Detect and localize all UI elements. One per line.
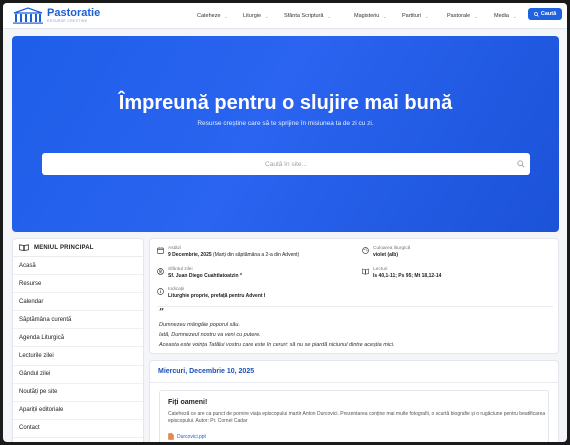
site-search-input[interactable] bbox=[42, 153, 530, 175]
saint-value[interactable]: Sf. Juan Diego Cuahtlatoatzin * bbox=[168, 273, 242, 279]
nav-label: Cateheze bbox=[197, 13, 221, 19]
brand-title: Pastoratie bbox=[47, 6, 101, 19]
panel-divider bbox=[150, 382, 558, 383]
brand-subtitle: RESURSE CRESTINE bbox=[47, 18, 88, 23]
nav-item-partituri[interactable]: Partituri ⌄ bbox=[402, 13, 447, 19]
readings-value[interactable]: Is 40,1-11; Ps 95; Mt 18,12-14 bbox=[373, 273, 441, 279]
today-date-info: Astăzi 9 Decembrie, 2025 (Marți din săpt… bbox=[157, 246, 299, 259]
site-header: Pastoratie RESURSE CRESTINE Cateheze ⌄ Li… bbox=[3, 3, 567, 29]
file-name: Durcovici.ppt bbox=[177, 433, 206, 440]
nav-item-liturgie[interactable]: Liturgie ⌄ bbox=[243, 13, 284, 19]
chevron-down-icon: ⌄ bbox=[327, 13, 331, 19]
card-description: Cateheză ce are ca punct de pornire viaț… bbox=[168, 411, 546, 425]
sidebar-item-calendar[interactable]: Calendar bbox=[13, 293, 143, 312]
nav-item-media[interactable]: Media ⌄ bbox=[494, 13, 524, 19]
main-nav: Cateheze ⌄ Liturgie ⌄ Sfânta Scriptură ⌄ Ma… bbox=[197, 3, 524, 29]
info-icon bbox=[157, 288, 164, 295]
nav-label: Media bbox=[494, 13, 509, 19]
search-icon bbox=[534, 11, 539, 17]
nav-label: Pastorale bbox=[447, 13, 471, 19]
nav-label: Sfânta Scriptură bbox=[284, 13, 324, 19]
main-menu-sidebar: MENIUL PRINCIPAL Acasă Resurse Calendar … bbox=[12, 238, 144, 442]
header-search-button[interactable]: Caută bbox=[528, 8, 562, 20]
nav-label: Liturgie bbox=[243, 13, 262, 19]
file-attachment-link[interactable]: Durcovici.ppt bbox=[168, 433, 206, 440]
sidebar-item-noutati[interactable]: Noutăți pe site bbox=[13, 384, 143, 402]
chevron-down-icon: ⌄ bbox=[265, 13, 269, 19]
file-icon bbox=[168, 433, 174, 440]
nav-item-magisteriu[interactable]: Magisteriu ⌄ bbox=[354, 13, 402, 19]
today-panel: Astăzi 9 Decembrie, 2025 (Marți din săpt… bbox=[149, 238, 559, 354]
sidebar-item-contact[interactable]: Contact bbox=[13, 420, 143, 438]
hero-banner: Împreună pentru o slujire mai bună Resur… bbox=[12, 36, 559, 232]
liturgical-color-info: Culoarea liturgică violet (alb) bbox=[362, 246, 410, 259]
quote-line: Dumnezeu mângâie poporul său. bbox=[159, 322, 241, 328]
date-note: (Marți din săptămâna a 2-a din Advent) bbox=[213, 251, 300, 258]
panel-divider bbox=[157, 306, 553, 307]
sidebar-item-agenda-liturgica[interactable]: Agenda Liturgică bbox=[13, 329, 143, 348]
search-icon[interactable] bbox=[517, 160, 525, 168]
header-search-label: Caută bbox=[540, 11, 557, 17]
resource-card[interactable]: Fiți oameni! Cateheză ce are ca punct de… bbox=[159, 390, 549, 442]
color-value: violet (alb) bbox=[373, 251, 399, 258]
nav-item-sfanta-scriptura[interactable]: Sfânta Scriptură ⌄ bbox=[284, 13, 354, 19]
nav-label: Magisteriu bbox=[354, 13, 380, 19]
indications-info: Indicații Liturghie proprie, prefață pen… bbox=[157, 287, 265, 300]
sidebar-item-saptamana-curenta[interactable]: Săptămâna curentă bbox=[13, 311, 143, 330]
palette-icon bbox=[362, 247, 369, 254]
sidebar-header: MENIUL PRINCIPAL bbox=[13, 239, 143, 257]
chevron-down-icon: ⌄ bbox=[383, 13, 387, 19]
sidebar-item-gandul-zilei[interactable]: Gândul zilei bbox=[13, 366, 143, 384]
calendar-icon bbox=[157, 247, 164, 254]
book-icon bbox=[19, 244, 29, 251]
quote-icon: ” bbox=[159, 308, 165, 318]
upcoming-date: Miercuri, Decembrie 10, 2025 bbox=[158, 368, 255, 375]
sidebar-item-acasa[interactable]: Acasă bbox=[13, 257, 143, 276]
upcoming-day-panel: Miercuri, Decembrie 10, 2025 Fiți oameni… bbox=[149, 360, 559, 442]
saint-info: Sfântul zilei Sf. Juan Diego Cuahtlatoat… bbox=[157, 267, 242, 280]
date-value: 9 Decembrie, 2025 bbox=[168, 251, 212, 258]
readings-info: Lecturi Is 40,1-11; Ps 95; Mt 18,12-14 bbox=[362, 267, 441, 280]
sidebar-item-lecturile-zilei[interactable]: Lecturile zilei bbox=[13, 347, 143, 366]
chevron-down-icon: ⌄ bbox=[224, 13, 228, 19]
sidebar-item-resurse[interactable]: Resurse bbox=[13, 275, 143, 294]
hero-title: Împreună pentru o slujire mai bună bbox=[118, 92, 453, 114]
book-icon bbox=[362, 268, 369, 275]
card-title[interactable]: Fiți oameni! bbox=[168, 399, 207, 406]
sidebar-item-aparitii-editoriale[interactable]: Apariții editoriale bbox=[13, 402, 143, 420]
chevron-down-icon: ⌄ bbox=[424, 13, 429, 19]
nav-label: Partituri bbox=[402, 13, 421, 19]
indications-value: Liturghie proprie, prefață pentru Advent… bbox=[168, 292, 266, 299]
nav-item-pastorale[interactable]: Pastorale ⌄ bbox=[447, 13, 494, 19]
nav-item-cateheze[interactable]: Cateheze ⌄ bbox=[197, 13, 243, 19]
hero-subtitle: Resurse creștine care să te sprijine în … bbox=[197, 120, 374, 127]
sidebar-title: MENIUL PRINCIPAL bbox=[34, 244, 94, 251]
site-logo[interactable]: Pastoratie RESURSE CRESTINE bbox=[12, 7, 100, 24]
chevron-down-icon: ⌄ bbox=[512, 13, 517, 19]
user-icon bbox=[157, 268, 164, 275]
browser-page: Pastoratie RESURSE CRESTINE Cateheze ⌄ Li… bbox=[3, 3, 567, 442]
chevron-down-icon: ⌄ bbox=[474, 13, 478, 19]
quote-line: Aceasta este voința Tatălui vostru care … bbox=[159, 342, 395, 348]
church-columns-icon bbox=[13, 7, 43, 24]
quote-line: Iată, Dumnezeul nostru va veni cu putere… bbox=[159, 332, 261, 338]
